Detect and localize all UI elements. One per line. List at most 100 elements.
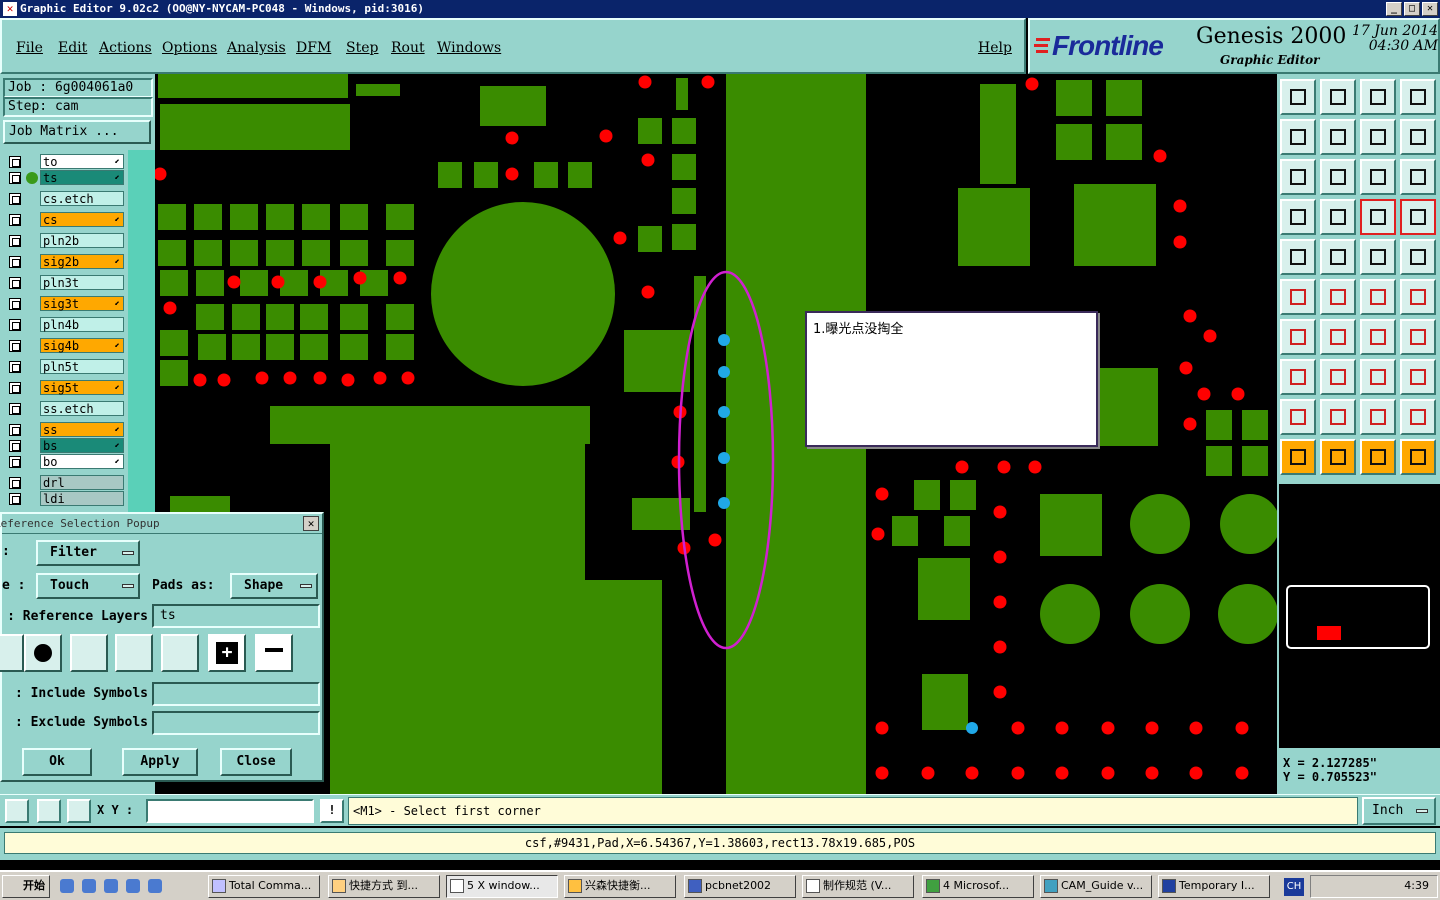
drag-icon[interactable]	[1400, 279, 1436, 315]
layer-name[interactable]: to ⬋	[40, 154, 124, 169]
layers-link-icon[interactable]	[1360, 199, 1396, 235]
dimension-icon[interactable]	[1360, 359, 1396, 395]
pick-icon[interactable]	[1360, 439, 1396, 475]
window-icon[interactable]	[1400, 79, 1436, 115]
layer-row-ss-etch[interactable]: ss.etch	[6, 401, 124, 417]
layer-name[interactable]: drl	[40, 475, 124, 490]
xy-input[interactable]	[146, 799, 314, 823]
include-symbols-input[interactable]	[152, 682, 320, 706]
cut-icon[interactable]	[1280, 239, 1316, 275]
circle-shape-icon[interactable]	[24, 634, 62, 672]
close-button[interactable]: Close	[220, 748, 292, 776]
layer-name[interactable]: sig4b ⬋	[40, 338, 124, 353]
connect-icon[interactable]	[1280, 279, 1316, 315]
layer-row-pln2b[interactable]: pln2b	[6, 233, 124, 249]
layer-row-pln4b[interactable]: pln4b	[6, 317, 124, 333]
layer-name[interactable]: pln2b	[40, 233, 124, 248]
desktop-icon[interactable]	[60, 879, 74, 893]
zoom-out-icon[interactable]	[1320, 79, 1356, 115]
layer-row-sig3t[interactable]: sig3t ⬋	[6, 296, 124, 312]
layer-row-ts[interactable]: ts ⬋	[6, 170, 124, 186]
layer-row-pln3t[interactable]: pln3t	[6, 275, 124, 291]
pan-right-icon[interactable]	[1320, 119, 1356, 155]
taskbar-item[interactable]: CAM_Guide v...	[1040, 875, 1152, 898]
layer-checkbox[interactable]	[9, 156, 21, 168]
info-icon[interactable]: !	[320, 799, 344, 823]
minus-icon[interactable]	[255, 634, 293, 672]
measure-icon[interactable]	[37, 799, 61, 823]
scale-icon[interactable]	[1360, 159, 1396, 195]
start-button[interactable]: 开始	[2, 875, 50, 898]
menu-step[interactable]: Step	[346, 40, 378, 56]
ok-button[interactable]: Ok	[22, 748, 92, 776]
layer-name[interactable]: sig3t ⬋	[40, 296, 124, 311]
center-icon[interactable]	[1320, 159, 1356, 195]
layer-checkbox[interactable]	[9, 214, 21, 226]
media-icon[interactable]	[104, 879, 118, 893]
zoom-area-icon[interactable]	[5, 799, 29, 823]
layer-checkbox[interactable]	[9, 277, 21, 289]
close-icon[interactable]: ✕	[1422, 2, 1438, 16]
group-icon[interactable]	[1400, 359, 1436, 395]
apply-button[interactable]: Apply	[122, 748, 198, 776]
layer-checkbox[interactable]	[9, 340, 21, 352]
line-shape-icon[interactable]	[0, 634, 24, 672]
taskbar-item[interactable]: pcbnet2002	[684, 875, 796, 898]
minimize-icon[interactable]: _	[1386, 2, 1402, 16]
layer-name[interactable]: cs ⬋	[40, 212, 124, 227]
text-shape-icon[interactable]	[161, 634, 199, 672]
menu-rout[interactable]: Rout	[391, 40, 425, 56]
fit-icon[interactable]	[1280, 159, 1316, 195]
mode-dropdown[interactable]: Touch	[36, 573, 140, 599]
layer-name[interactable]: ldi	[40, 491, 124, 506]
menu-dfm[interactable]: DFM	[296, 40, 331, 56]
arc-shape-icon[interactable]	[115, 634, 153, 672]
layer-row-sig4b[interactable]: sig4b ⬋	[6, 338, 124, 354]
layer-row-sig2b[interactable]: sig2b ⬋	[6, 254, 124, 270]
layer-row-ss[interactable]: ss ⬋	[6, 422, 124, 438]
grid-view-icon[interactable]	[1320, 199, 1356, 235]
maximize-icon[interactable]: □	[1404, 2, 1420, 16]
menu-options[interactable]: Options	[162, 40, 217, 56]
layer-checkbox[interactable]	[9, 193, 21, 205]
taskbar-item[interactable]: Temporary I...	[1158, 875, 1270, 898]
vertex-icon[interactable]	[1320, 399, 1356, 435]
select-icon[interactable]	[1320, 439, 1356, 475]
layer-checkbox[interactable]	[9, 235, 21, 247]
taskbar-item[interactable]: 5 X window...	[446, 875, 558, 898]
layer-checkbox[interactable]	[9, 493, 21, 505]
filter-dropdown[interactable]: Filter	[36, 540, 140, 566]
taskbar-item[interactable]: 制作规范 (V...	[802, 875, 914, 898]
taskbar-item[interactable]: 4 Microsof...	[922, 875, 1034, 898]
layer-name[interactable]: bo ⬋	[40, 454, 124, 469]
menu-edit[interactable]: Edit	[58, 40, 87, 56]
move-icon[interactable]	[1360, 279, 1396, 315]
pointer-icon[interactable]	[1280, 439, 1316, 475]
taskbar-item[interactable]: 兴森快捷衡...	[564, 875, 676, 898]
layer-row-ldi[interactable]: ldi	[6, 491, 124, 507]
triangle-icon[interactable]	[1280, 399, 1316, 435]
layer-name[interactable]: ss.etch	[40, 401, 124, 416]
popup-close-icon[interactable]: ✕	[303, 516, 319, 531]
taskbar-item[interactable]: Total Comma...	[208, 875, 320, 898]
menu-file[interactable]: File	[16, 40, 43, 56]
x-icon[interactable]	[148, 879, 162, 893]
snap-icon[interactable]	[1400, 119, 1436, 155]
layer-checkbox[interactable]	[9, 440, 21, 452]
flag-icon[interactable]	[1400, 399, 1436, 435]
layer-row-bo[interactable]: bo ⬋	[6, 454, 124, 470]
layer-checkbox[interactable]	[9, 256, 21, 268]
help-icon[interactable]	[1400, 159, 1436, 195]
layer-name[interactable]: pln5t	[40, 359, 124, 374]
menu-help[interactable]: Help	[978, 40, 1012, 56]
layer-list-scrollbar[interactable]	[128, 150, 155, 515]
outlook-icon[interactable]	[126, 879, 140, 893]
pads-as-dropdown[interactable]: Shape	[230, 573, 318, 599]
job-matrix-button[interactable]: Job Matrix ...	[3, 120, 151, 144]
layer-name[interactable]: sig5t ⬋	[40, 380, 124, 395]
overview-map[interactable]	[1279, 484, 1440, 748]
layers-link2-icon[interactable]	[1400, 199, 1436, 235]
polygon-icon[interactable]	[1280, 359, 1316, 395]
layer-row-cs[interactable]: cs ⬋	[6, 212, 124, 228]
layer-checkbox[interactable]	[9, 403, 21, 415]
